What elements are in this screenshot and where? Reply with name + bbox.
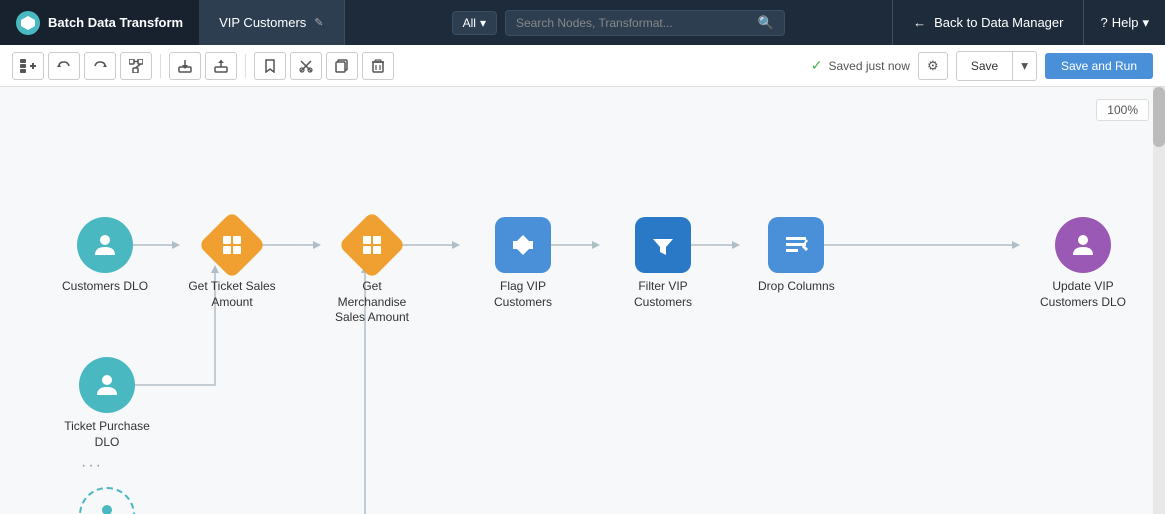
node-icon bbox=[495, 217, 551, 273]
node-label: Get Ticket Sales Amount bbox=[187, 279, 277, 310]
node-label: Customers DLO bbox=[62, 279, 148, 295]
node-drop-columns[interactable]: Drop Columns bbox=[758, 217, 835, 295]
copy-button[interactable] bbox=[326, 52, 358, 80]
node-label: Get Merchandise Sales Amount bbox=[327, 279, 417, 326]
node-label: Ticket Purchase DLO bbox=[62, 419, 152, 450]
redo-button[interactable] bbox=[84, 52, 116, 80]
import-button[interactable] bbox=[205, 52, 237, 80]
brand-icon bbox=[16, 11, 40, 35]
help-chevron-icon: ▾ bbox=[1142, 15, 1149, 31]
save-and-run-button[interactable]: Save and Run bbox=[1045, 53, 1153, 79]
undo-button[interactable] bbox=[48, 52, 80, 80]
node-merchandise-purchase-dlo[interactable]: Merchandise Purchase DLO bbox=[62, 487, 152, 514]
search-box[interactable]: 🔍 bbox=[505, 10, 785, 36]
top-nav: Batch Data Transform VIP Customers ✎ All… bbox=[0, 0, 1165, 45]
filter-value: All bbox=[463, 16, 476, 30]
save-button-group: Save ▾ bbox=[956, 51, 1037, 81]
node-icon bbox=[79, 487, 135, 514]
zoom-indicator: 100% bbox=[1096, 99, 1149, 121]
export-button[interactable] bbox=[169, 52, 201, 80]
scrollbar-thumb[interactable] bbox=[1153, 87, 1165, 147]
help-icon: ? bbox=[1100, 15, 1107, 30]
toolbar-right: ✓ Saved just now ⚙ Save ▾ Save and Run bbox=[811, 51, 1153, 81]
saved-status: ✓ Saved just now bbox=[811, 57, 910, 74]
search-icon: 🔍 bbox=[758, 15, 774, 31]
settings-button[interactable]: ⚙ bbox=[918, 52, 948, 80]
add-node-button[interactable] bbox=[12, 52, 44, 80]
check-icon: ✓ bbox=[811, 57, 823, 74]
cut-button[interactable] bbox=[290, 52, 322, 80]
node-icon bbox=[79, 357, 135, 413]
toolbar-separator-1 bbox=[160, 54, 161, 78]
back-to-data-manager-button[interactable]: ← Back to Data Manager bbox=[892, 0, 1083, 45]
node-update-vip-customers-dlo[interactable]: Update VIP Customers DLO bbox=[1038, 217, 1128, 310]
node-get-ticket-sales[interactable]: Get Ticket Sales Amount bbox=[187, 217, 277, 310]
dropdown-chevron-icon: ▾ bbox=[480, 16, 486, 30]
nav-brand: Batch Data Transform bbox=[0, 0, 199, 45]
edit-icon[interactable]: ✎ bbox=[314, 16, 323, 29]
brand-name: Batch Data Transform bbox=[48, 15, 183, 30]
node-ticket-purchase-dlo[interactable]: Ticket Purchase DLO bbox=[62, 357, 152, 450]
node-label: Filter VIP Customers bbox=[618, 279, 708, 310]
vertical-scrollbar[interactable] bbox=[1153, 87, 1165, 514]
node-icon bbox=[77, 217, 133, 273]
toolbar: ✓ Saved just now ⚙ Save ▾ Save and Run bbox=[0, 45, 1165, 87]
auto-layout-button[interactable] bbox=[120, 52, 152, 80]
back-arrow-icon: ← bbox=[913, 15, 926, 30]
node-label: Update VIP Customers DLO bbox=[1038, 279, 1128, 310]
search-input[interactable] bbox=[516, 16, 750, 30]
saved-text: Saved just now bbox=[828, 59, 909, 73]
delete-button[interactable] bbox=[362, 52, 394, 80]
help-button[interactable]: ? Help ▾ bbox=[1083, 0, 1165, 45]
node-icon bbox=[768, 217, 824, 273]
node-customers-dlo[interactable]: Customers DLO bbox=[62, 217, 148, 295]
workflow-tab[interactable]: VIP Customers ✎ bbox=[199, 0, 344, 45]
tab-name: VIP Customers bbox=[219, 15, 306, 30]
node-label: Flag VIP Customers bbox=[478, 279, 568, 310]
save-dropdown-button[interactable]: ▾ bbox=[1012, 52, 1036, 80]
connector-svg bbox=[0, 87, 1165, 514]
node-get-merchandise-sales[interactable]: Get Merchandise Sales Amount bbox=[327, 217, 417, 326]
node-icon bbox=[1055, 217, 1111, 273]
nav-search-area: All ▾ 🔍 bbox=[345, 0, 893, 45]
canvas[interactable]: 100% Customers DLO bbox=[0, 87, 1165, 514]
toolbar-separator-2 bbox=[245, 54, 246, 78]
node-label: Drop Columns bbox=[758, 279, 835, 295]
filter-dropdown[interactable]: All ▾ bbox=[452, 11, 497, 35]
node-flag-vip-customers[interactable]: Flag VIP Customers bbox=[478, 217, 568, 310]
save-button[interactable]: Save bbox=[957, 53, 1012, 79]
bookmark-button[interactable] bbox=[254, 52, 286, 80]
help-label: Help bbox=[1112, 15, 1139, 30]
back-label: Back to Data Manager bbox=[934, 15, 1063, 30]
node-icon bbox=[635, 217, 691, 273]
more-dots: ··· bbox=[81, 457, 103, 475]
node-filter-vip-customers[interactable]: Filter VIP Customers bbox=[618, 217, 708, 310]
